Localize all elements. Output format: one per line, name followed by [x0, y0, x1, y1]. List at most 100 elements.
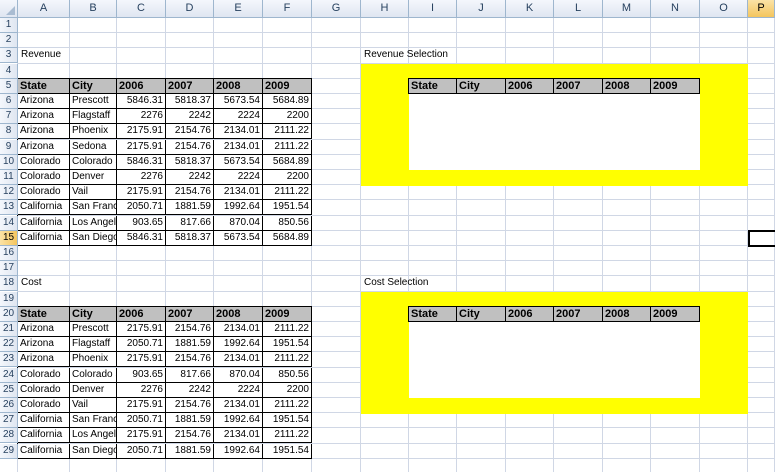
revenue-selection-header-2006[interactable]: 2006: [506, 79, 554, 94]
select-all-corner[interactable]: [0, 0, 18, 18]
cost-cell[interactable]: 2134.01: [214, 428, 263, 443]
cost-cell[interactable]: 850.56: [263, 368, 312, 383]
revenue-cell[interactable]: 2175.91: [117, 140, 166, 155]
column-header-m[interactable]: M: [603, 0, 651, 18]
row-header-8[interactable]: 8: [0, 124, 18, 139]
cost-selection-header-2007[interactable]: 2007: [554, 307, 603, 322]
revenue-cell[interactable]: California: [18, 231, 70, 246]
cost-cell[interactable]: 1881.59: [166, 444, 214, 459]
revenue-cell[interactable]: 2154.76: [166, 140, 214, 155]
revenue-cell[interactable]: 2242: [166, 170, 214, 185]
revenue-selection-header-state[interactable]: State: [409, 79, 457, 94]
cost-selection-header-city[interactable]: City: [457, 307, 506, 322]
column-header-j[interactable]: J: [457, 0, 506, 18]
column-header-i[interactable]: I: [409, 0, 457, 18]
column-header-h[interactable]: H: [361, 0, 409, 18]
cost-cell[interactable]: 2154.76: [166, 428, 214, 443]
cost-cell[interactable]: 2154.76: [166, 398, 214, 413]
cost-selection-header-2008[interactable]: 2008: [603, 307, 651, 322]
cost-cell[interactable]: San Franci: [70, 413, 117, 428]
revenue-header-2006[interactable]: 2006: [117, 79, 166, 94]
column-header-o[interactable]: O: [700, 0, 748, 18]
cost-cell[interactable]: Colorado: [18, 398, 70, 413]
column-header-a[interactable]: A: [18, 0, 70, 18]
column-header-g[interactable]: G: [312, 0, 361, 18]
cost-cell[interactable]: 2050.71: [117, 444, 166, 459]
row-header-26[interactable]: 26: [0, 398, 18, 413]
cost-cell[interactable]: Colorado: [18, 368, 70, 383]
row-header-28[interactable]: 28: [0, 428, 18, 443]
column-header-c[interactable]: C: [117, 0, 166, 18]
revenue-cell[interactable]: Los Angele: [70, 216, 117, 231]
cost-cell[interactable]: San Diego: [70, 444, 117, 459]
column-header-d[interactable]: D: [166, 0, 214, 18]
revenue-header-state[interactable]: State: [18, 79, 70, 94]
revenue-cell[interactable]: 2134.01: [214, 124, 263, 139]
row-header-29[interactable]: 29: [0, 444, 18, 459]
revenue-cell[interactable]: 2224: [214, 109, 263, 124]
cost-cell[interactable]: 1951.54: [263, 444, 312, 459]
cost-cell[interactable]: Vail: [70, 398, 117, 413]
row-header-19[interactable]: 19: [0, 292, 18, 307]
row-header-14[interactable]: 14: [0, 216, 18, 231]
cost-cell[interactable]: California: [18, 413, 70, 428]
cost-cell[interactable]: Denver: [70, 383, 117, 398]
cost-cell[interactable]: Arizona: [18, 352, 70, 367]
cost-cell[interactable]: 2050.71: [117, 413, 166, 428]
revenue-cell[interactable]: 5818.37: [166, 155, 214, 170]
row-header-10[interactable]: 10: [0, 155, 18, 170]
revenue-cell[interactable]: 5673.54: [214, 231, 263, 246]
revenue-header-2007[interactable]: 2007: [166, 79, 214, 94]
cost-cell[interactable]: 2134.01: [214, 398, 263, 413]
cost-cell[interactable]: 2111.22: [263, 322, 312, 337]
row-header-5[interactable]: 5: [0, 79, 18, 94]
column-header-b[interactable]: B: [70, 0, 117, 18]
revenue-cell[interactable]: Arizona: [18, 140, 70, 155]
revenue-cell[interactable]: 850.56: [263, 216, 312, 231]
cost-cell[interactable]: 2224: [214, 383, 263, 398]
cost-cell[interactable]: 2050.71: [117, 337, 166, 352]
cost-cell[interactable]: 817.66: [166, 368, 214, 383]
cost-selection-header-state[interactable]: State: [409, 307, 457, 322]
revenue-cell[interactable]: 2276: [117, 170, 166, 185]
row-header-7[interactable]: 7: [0, 109, 18, 124]
revenue-cell[interactable]: 5846.31: [117, 231, 166, 246]
revenue-cell[interactable]: 5846.31: [117, 94, 166, 109]
revenue-title[interactable]: Revenue: [18, 48, 61, 62]
column-header-k[interactable]: K: [506, 0, 554, 18]
revenue-cell[interactable]: Colorado: [18, 170, 70, 185]
column-header-p[interactable]: P: [748, 0, 775, 18]
cost-cell[interactable]: 1881.59: [166, 337, 214, 352]
row-header-15[interactable]: 15: [0, 231, 18, 246]
revenue-header-2008[interactable]: 2008: [214, 79, 263, 94]
revenue-header-2009[interactable]: 2009: [263, 79, 312, 94]
cost-cell[interactable]: Prescott: [70, 322, 117, 337]
revenue-cell[interactable]: 1992.64: [214, 200, 263, 215]
revenue-cell[interactable]: 2242: [166, 109, 214, 124]
cost-cell[interactable]: 1951.54: [263, 413, 312, 428]
revenue-cell[interactable]: 2224: [214, 170, 263, 185]
revenue-selection-header-city[interactable]: City: [457, 79, 506, 94]
cost-cell[interactable]: 2175.91: [117, 322, 166, 337]
cost-header-2006[interactable]: 2006: [117, 307, 166, 322]
revenue-cell[interactable]: 5684.89: [263, 94, 312, 109]
row-header-2[interactable]: 2: [0, 33, 18, 48]
revenue-cell[interactable]: 1951.54: [263, 200, 312, 215]
cost-cell[interactable]: 1992.64: [214, 337, 263, 352]
revenue-cell[interactable]: 817.66: [166, 216, 214, 231]
revenue-selection-header-2009[interactable]: 2009: [651, 79, 700, 94]
cost-cell[interactable]: 870.04: [214, 368, 263, 383]
cost-cell[interactable]: 2154.76: [166, 352, 214, 367]
revenue-cell[interactable]: 5684.89: [263, 231, 312, 246]
revenue-cell[interactable]: Colorado: [18, 155, 70, 170]
cost-cell[interactable]: 2134.01: [214, 352, 263, 367]
revenue-cell[interactable]: Prescott: [70, 94, 117, 109]
revenue-cell[interactable]: 2154.76: [166, 124, 214, 139]
revenue-cell[interactable]: 5684.89: [263, 155, 312, 170]
revenue-cell[interactable]: 2111.22: [263, 124, 312, 139]
revenue-cell[interactable]: 2134.01: [214, 185, 263, 200]
revenue-cell[interactable]: 2200: [263, 170, 312, 185]
row-header-21[interactable]: 21: [0, 322, 18, 337]
row-header-23[interactable]: 23: [0, 352, 18, 367]
revenue-cell[interactable]: Vail: [70, 185, 117, 200]
